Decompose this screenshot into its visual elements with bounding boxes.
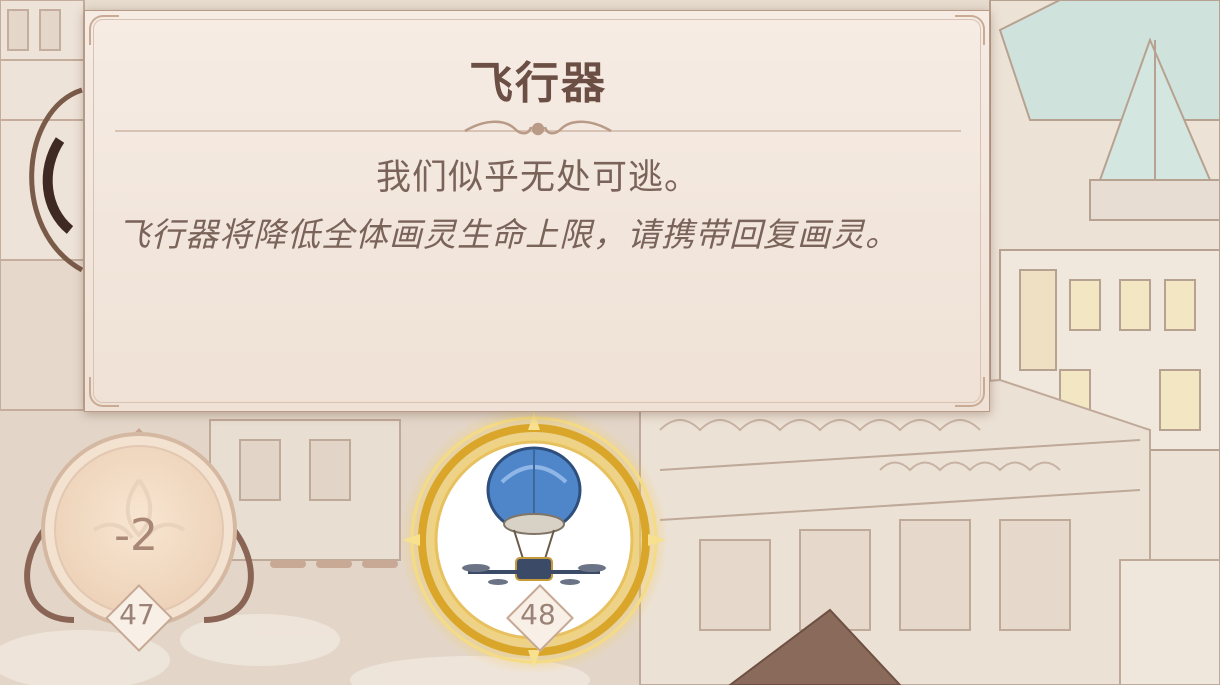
node-number-47: 47 (119, 598, 155, 631)
corner-ornament-icon (955, 15, 985, 45)
event-title: 飞行器 (469, 58, 607, 109)
event-info-card: 飞行器 我们似乎无处可逃。 飞行器将降低全体画灵生命上限，请携带回复画灵。 (84, 10, 990, 412)
corner-ornament-icon (89, 377, 119, 407)
event-flavor-text: 我们似乎无处可逃。 (375, 158, 700, 198)
event-effect-text: 飞行器将降低全体画灵生命上限，请携带回复画灵。 (117, 215, 899, 254)
path-connector (270, 560, 398, 568)
node-cost-label: -2 (114, 510, 158, 561)
corner-ornament-icon (955, 377, 985, 407)
corner-ornament-icon (89, 15, 119, 45)
ornate-divider-icon (115, 120, 961, 136)
left-building (0, 0, 85, 411)
node-number-48: 48 (520, 598, 556, 631)
